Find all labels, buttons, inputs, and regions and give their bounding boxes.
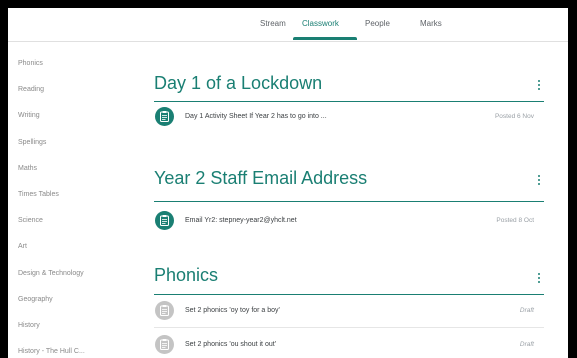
sidebar-item-science[interactable]: Science (18, 217, 43, 224)
item-title: Set 2 phonics 'ou shout it out' (185, 341, 277, 348)
section-title-day1-lockdown: Day 1 of a Lockdown (154, 73, 323, 93)
assignment-icon (155, 301, 174, 320)
tab-marks[interactable]: Marks (420, 19, 442, 28)
sidebar-item-art[interactable]: Art (18, 243, 27, 250)
sidebar-item-history-hull[interactable]: History - The Hull C... (18, 348, 85, 355)
item-title: Day 1 Activity Sheet If Year 2 has to go… (185, 113, 327, 120)
active-tab-indicator (293, 37, 357, 40)
item-title: Set 2 phonics 'oy toy for a boy' (185, 307, 280, 314)
section-title-staff-email: Year 2 Staff Email Address (154, 168, 368, 188)
section-divider (154, 294, 544, 295)
item-title: Email Yr2: stepney-year2@yhclt.net (185, 217, 297, 224)
assignment-icon (155, 335, 174, 354)
section-title-phonics: Phonics (154, 265, 219, 285)
assignment-icon (155, 107, 174, 126)
list-item[interactable]: Set 2 phonics 'ou shout it out' Draft (154, 332, 544, 358)
sidebar-item-times-tables[interactable]: Times Tables (18, 191, 59, 198)
classwork-list: Day 1 of a Lockdown Day 1 Activity Sheet… (154, 42, 544, 358)
draft-label: Draft (519, 341, 534, 348)
topic-sidebar: Phonics Reading Writing Spellings Maths … (8, 42, 128, 358)
classroom-window: Stream Classwork People Marks Phonics Re… (8, 8, 568, 358)
sidebar-item-design-technology[interactable]: Design & Technology (18, 270, 84, 277)
tab-classwork[interactable]: Classwork (302, 19, 339, 28)
section-divider (154, 101, 544, 102)
more-vert-icon[interactable] (536, 175, 542, 189)
sidebar-item-phonics[interactable]: Phonics (18, 60, 43, 67)
list-item[interactable]: Email Yr2: stepney-year2@yhclt.net Poste… (154, 208, 544, 234)
tab-people[interactable]: People (365, 19, 390, 28)
sidebar-item-spellings[interactable]: Spellings (18, 139, 46, 146)
item-divider (154, 327, 544, 328)
item-status: Posted 8 Oct (496, 217, 534, 224)
sidebar-item-reading[interactable]: Reading (18, 86, 44, 93)
tab-stream[interactable]: Stream (260, 19, 286, 28)
sidebar-item-geography[interactable]: Geography (18, 296, 53, 303)
list-item[interactable]: Day 1 Activity Sheet If Year 2 has to go… (154, 104, 544, 130)
draft-label: Draft (519, 307, 534, 314)
sidebar-item-maths[interactable]: Maths (18, 165, 37, 172)
top-nav: Stream Classwork People Marks (8, 8, 568, 42)
section-divider (154, 201, 544, 202)
assignment-icon (155, 211, 174, 230)
sidebar-item-history[interactable]: History (18, 322, 40, 329)
more-vert-icon[interactable] (536, 273, 542, 287)
list-item[interactable]: Set 2 phonics 'oy toy for a boy' Draft (154, 298, 544, 324)
item-status: Posted 6 Nov (494, 113, 534, 120)
sidebar-item-writing[interactable]: Writing (18, 112, 40, 119)
more-vert-icon[interactable] (536, 80, 542, 94)
